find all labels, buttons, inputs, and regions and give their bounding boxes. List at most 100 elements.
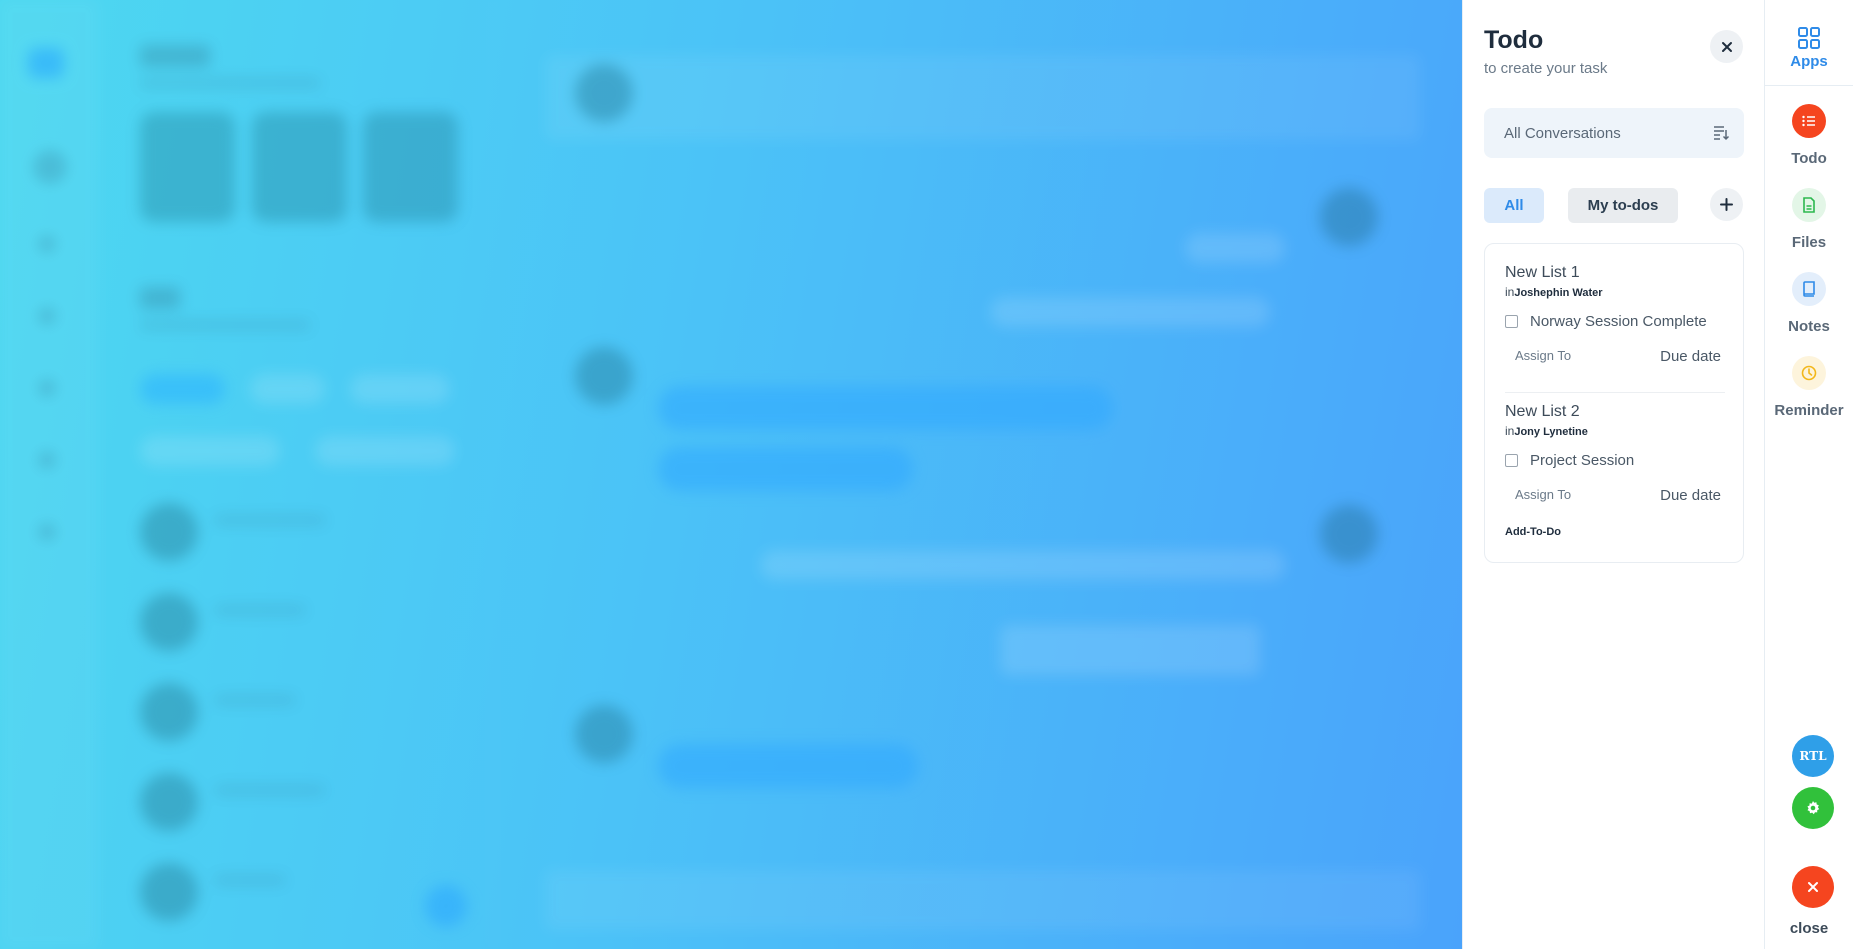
tab-my-todos[interactable]: My to-dos	[1568, 188, 1678, 223]
apps-button[interactable]: Apps	[1765, 0, 1853, 86]
bg-pill	[140, 374, 225, 404]
rtl-toggle-button[interactable]: RTL	[1792, 735, 1834, 777]
assign-to-button[interactable]: Assign To	[1515, 487, 1571, 504]
list-conversation-name: Jony Lynetine	[1514, 426, 1588, 438]
list-conversation: inJoshephin Water	[1505, 285, 1725, 299]
bg-heading	[140, 45, 210, 67]
gear-icon	[1807, 801, 1820, 815]
list-in-prefix: in	[1505, 285, 1515, 299]
settings-button[interactable]	[1792, 787, 1834, 829]
grid-icon	[1798, 27, 1820, 49]
bg-line	[215, 785, 325, 795]
bg-story	[363, 112, 458, 222]
due-date-button[interactable]: Due date	[1660, 348, 1721, 365]
bg-pill	[140, 436, 280, 466]
notes-icon-circle	[1792, 272, 1826, 306]
bg-avatar	[140, 773, 198, 831]
due-date-button[interactable]: Due date	[1660, 487, 1721, 504]
book-icon	[1803, 281, 1815, 297]
bg-pill	[350, 374, 450, 404]
rail-item-todo[interactable]: Todo	[1765, 104, 1853, 167]
todo-list: New List 1 inJoshephin Water Norway Sess…	[1505, 264, 1725, 365]
bg-bubble	[658, 386, 1113, 430]
bg-pill	[315, 436, 455, 466]
bg-line	[215, 695, 295, 705]
bg-avatar	[575, 347, 633, 405]
list-name: New List 2	[1505, 403, 1580, 420]
assign-to-button[interactable]: Assign To	[1515, 348, 1571, 365]
task-label: Norway Session Complete	[1530, 313, 1707, 330]
rail-label-notes: Notes	[1788, 318, 1830, 335]
clock-icon	[1801, 365, 1817, 381]
todo-subtitle: to create your task	[1484, 60, 1608, 77]
conversation-filter-select[interactable]: All Conversations	[1484, 108, 1744, 158]
rail-label-files: Files	[1791, 234, 1827, 251]
bg-bubble	[658, 447, 913, 491]
bg-avatar	[1320, 505, 1378, 563]
bg-story	[140, 112, 235, 222]
list-conversation-name: Joshephin Water	[1514, 287, 1603, 299]
conversation-filter-label: All Conversations	[1504, 124, 1621, 142]
list-in-prefix: in	[1505, 424, 1515, 438]
todo-list: New List 2 inJony Lynetine Project Sessi…	[1505, 403, 1725, 504]
bg-avatar	[575, 705, 633, 763]
add-todo-button[interactable]: Add-To-Do	[1505, 526, 1561, 538]
close-label: close	[1789, 920, 1829, 937]
apps-label: Apps	[1790, 53, 1828, 70]
bg-avatar	[140, 863, 198, 921]
close-apps-button[interactable]	[1792, 866, 1834, 908]
task-meta: Assign To Due date	[1505, 348, 1725, 365]
bg-logo	[28, 48, 64, 78]
bg-nav-icon	[38, 307, 56, 325]
task-meta: Assign To Due date	[1505, 487, 1725, 504]
add-list-button[interactable]	[1710, 188, 1743, 221]
todo-panel: Todo to create your task All Conversatio…	[1462, 0, 1764, 949]
close-icon	[1808, 882, 1818, 892]
bg-nav-icon	[38, 523, 56, 541]
rail-item-files[interactable]: Files	[1765, 188, 1853, 251]
background-app-overlay	[0, 0, 1462, 949]
todo-lists-card: New List 1 inJoshephin Water Norway Sess…	[1484, 243, 1744, 563]
rail-item-reminder[interactable]: Reminder	[1765, 356, 1853, 419]
bg-avatar	[33, 150, 67, 184]
list-divider	[1505, 392, 1725, 393]
bg-divider	[492, 0, 494, 949]
todo-title: Todo	[1484, 26, 1544, 54]
bg-nav-icon	[38, 235, 56, 253]
bg-avatar	[140, 683, 198, 741]
bg-line	[215, 515, 325, 525]
bg-pill	[250, 374, 325, 404]
bg-avatar	[1320, 188, 1378, 246]
rail-label-reminder: Reminder	[1774, 402, 1844, 419]
bg-nav-icon	[38, 451, 56, 469]
tab-all[interactable]: All	[1484, 188, 1544, 223]
bg-heading	[140, 287, 180, 309]
bg-avatar	[140, 593, 198, 651]
list-name: New List 1	[1505, 264, 1580, 281]
task-row: Norway Session Complete	[1505, 313, 1725, 330]
apps-rail: Apps Todo Files Notes Reminder RTL close	[1764, 0, 1853, 949]
bg-sidebar	[0, 0, 98, 949]
files-icon-circle	[1792, 188, 1826, 222]
bg-line	[140, 78, 320, 88]
task-row: Project Session	[1505, 452, 1725, 469]
list-icon	[1802, 115, 1815, 127]
bg-fab	[425, 885, 467, 927]
bg-line	[215, 605, 305, 615]
reminder-icon-circle	[1792, 356, 1826, 390]
rail-item-notes[interactable]: Notes	[1765, 272, 1853, 335]
bg-file-bubble	[1000, 625, 1260, 675]
task-checkbox[interactable]	[1505, 454, 1518, 467]
bg-story	[252, 112, 347, 222]
bg-bubble	[658, 744, 918, 788]
task-checkbox[interactable]	[1505, 315, 1518, 328]
bg-chat-header	[545, 55, 1420, 140]
close-todo-panel-button[interactable]	[1710, 30, 1743, 63]
bg-avatar	[140, 503, 198, 561]
blurred-chat-app	[0, 0, 1462, 949]
todo-icon-circle	[1792, 104, 1826, 138]
bg-line	[140, 320, 310, 330]
bg-nav-icon	[38, 379, 56, 397]
bg-bubble	[1185, 233, 1285, 263]
bg-bubble	[990, 297, 1270, 327]
